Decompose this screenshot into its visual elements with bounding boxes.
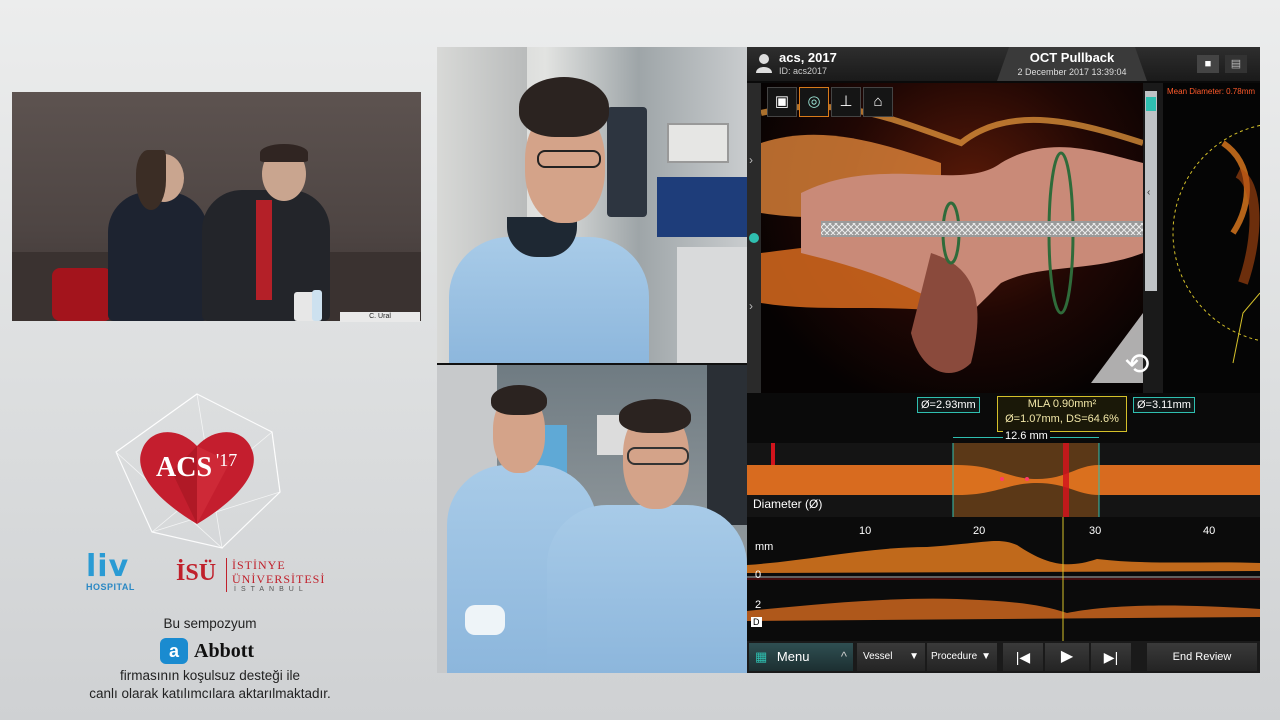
print-icon[interactable]: ▤ xyxy=(1225,55,1247,73)
liv-hospital-logo: liv HOSPITAL xyxy=(86,552,150,596)
sponsor-line-1: firmasının koşulsuz desteği ile xyxy=(119,668,301,683)
oct-console: acs, 2017 ID: acs2017 OCT Pullback 2 Dec… xyxy=(747,47,1260,673)
mean-diameter-readout: Mean Diameter: 0.78mm xyxy=(1167,87,1256,96)
sponsor-intro: Bu sempozyum xyxy=(163,616,257,631)
chevron-left-icon[interactable]: ‹ xyxy=(1147,187,1150,198)
slider-thumb[interactable] xyxy=(1146,97,1156,111)
acs-logo-text: ACS xyxy=(156,452,213,483)
procedure-label: Procedure xyxy=(931,651,978,662)
grid-icon: ▦ xyxy=(755,649,768,664)
mla-readout: MLA 0.90mm² Ø=1.07mm, DS=64.6% xyxy=(997,396,1127,432)
menu-button[interactable]: ▦ Menu ^ xyxy=(749,643,853,671)
liv-logo-subtitle: HOSPITAL xyxy=(86,582,135,592)
isu-logo-short: İSÜ xyxy=(176,560,217,586)
abbott-name: Abbott xyxy=(194,640,255,662)
camera-icon[interactable]: ■ xyxy=(1197,55,1219,73)
operator-camera-feed xyxy=(437,47,747,363)
abbott-mark-icon: a xyxy=(160,638,188,664)
axis-tick-30: 30 xyxy=(1089,525,1102,537)
d-marker-label: D xyxy=(751,617,762,627)
console-control-bar: ▦ Menu ^ Vessel ▼ Procedure ▼ |◀ ▶ ▶| En… xyxy=(747,641,1260,673)
patient-id: ID: acs2017 xyxy=(779,66,828,76)
panel-nameplate: C. Ural xyxy=(340,312,420,322)
end-review-button[interactable]: End Review xyxy=(1147,643,1257,671)
isu-logo-line2: ÜNİVERSİTESİ xyxy=(232,572,326,586)
next-frame-button[interactable]: ▶| xyxy=(1091,643,1131,671)
chevron-right-icon[interactable]: › xyxy=(749,299,753,313)
chevron-up-icon: ^ xyxy=(840,649,847,664)
patient-name: acs, 2017 xyxy=(779,50,837,65)
previous-frame-button[interactable]: |◀ xyxy=(1003,643,1043,671)
acs-logo-year: '17 xyxy=(216,450,238,470)
axis-tick-10: 10 xyxy=(859,525,872,537)
acs-event-logo: ACS '17 xyxy=(112,392,282,552)
left-scroll-strip[interactable]: › › xyxy=(747,83,761,393)
isu-logo-name: İSTİNYE ÜNİVERSİTESİ xyxy=(232,558,325,586)
chevron-down-icon: ▼ xyxy=(909,651,919,662)
diameter-plot[interactable] xyxy=(747,443,1260,517)
menu-label: Menu xyxy=(776,649,810,664)
oct-3d-rendering[interactable]: ▣ ◎ ⊥ ⌂ xyxy=(761,83,1143,393)
reference-right-diameter: Ø=3.11mm xyxy=(1133,397,1195,413)
liv-logo-text: liv xyxy=(86,549,130,584)
procedure-dropdown[interactable]: Procedure ▼ xyxy=(927,643,997,671)
chevron-down-icon: ▼ xyxy=(981,651,991,662)
two-label: 2 xyxy=(755,599,762,611)
diameter-label: Diameter (Ø) xyxy=(753,497,823,511)
sponsor-line-2: canlı olarak katılımcılara aktarılmaktad… xyxy=(89,686,331,701)
axis-tick-40: 40 xyxy=(1203,525,1216,537)
play-button[interactable]: ▶ xyxy=(1045,643,1089,671)
zero-label: 0 xyxy=(755,569,762,581)
window-icon[interactable]: ▣ xyxy=(767,87,797,117)
team-camera-feed xyxy=(437,365,747,673)
measure-icon[interactable]: ◎ xyxy=(799,87,829,117)
length-readout: 12.6 mm xyxy=(1003,430,1050,442)
vessel-label: Vessel xyxy=(863,651,893,662)
mm-unit-label: mm xyxy=(755,541,774,553)
axis-tick-20: 20 xyxy=(973,525,986,537)
abbott-logo: a Abbott xyxy=(160,638,290,664)
oct-title: OCT Pullback xyxy=(1029,50,1115,65)
frame-slider[interactable]: ‹ xyxy=(1145,91,1157,291)
live-procedure-video: acs, 2017 ID: acs2017 OCT Pullback 2 Dec… xyxy=(437,47,1260,673)
istinye-university-logo: İSÜ İSTİNYE ÜNİVERSİTESİ İSTANBUL xyxy=(176,556,356,600)
oct-date: 2 December 2017 13:39:04 xyxy=(1017,67,1127,77)
longitudinal-view[interactable] xyxy=(747,517,1260,641)
position-marker-icon xyxy=(749,233,759,243)
rotate-icon[interactable]: ⟲ xyxy=(1117,345,1157,385)
isu-logo-divider xyxy=(226,558,227,592)
mla-details: Ø=1.07mm, DS=64.6% xyxy=(1005,413,1119,425)
home-icon[interactable]: ⌂ xyxy=(863,87,893,117)
chevron-right-icon[interactable]: › xyxy=(749,153,753,167)
stent-icon[interactable]: ⊥ xyxy=(831,87,861,117)
oct-cross-section[interactable] xyxy=(1163,83,1260,393)
vessel-dropdown[interactable]: Vessel ▼ xyxy=(857,643,925,671)
isu-logo-line1: İSTİNYE xyxy=(232,558,286,572)
isu-logo-city: İSTANBUL xyxy=(234,586,308,593)
reference-left-diameter: Ø=2.93mm xyxy=(917,397,980,413)
panel-camera-feed xyxy=(12,92,421,321)
mla-value: MLA 0.90mm² xyxy=(1027,398,1097,410)
patient-icon xyxy=(756,54,772,73)
